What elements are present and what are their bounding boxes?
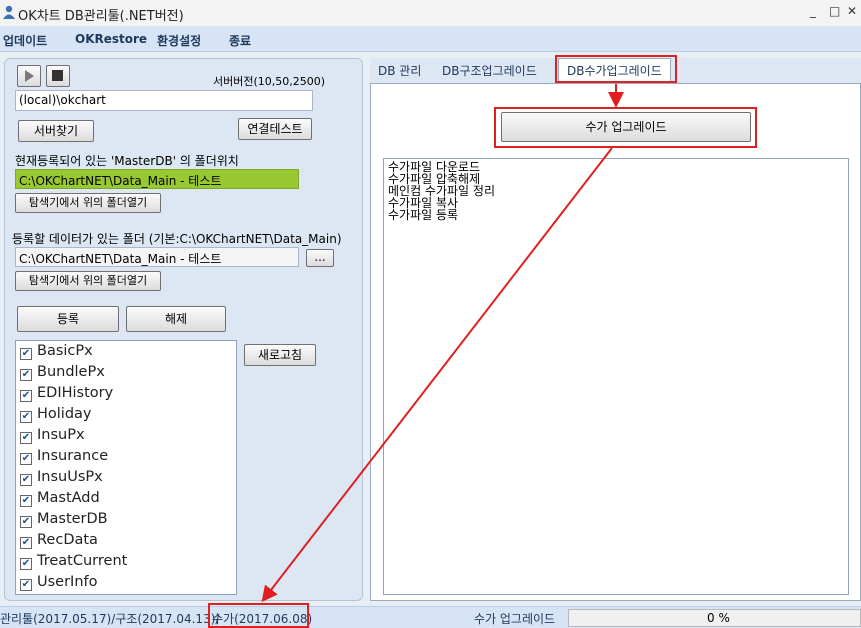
arrow-button-to-status bbox=[261, 147, 613, 603]
annotation-arrows bbox=[261, 84, 624, 603]
